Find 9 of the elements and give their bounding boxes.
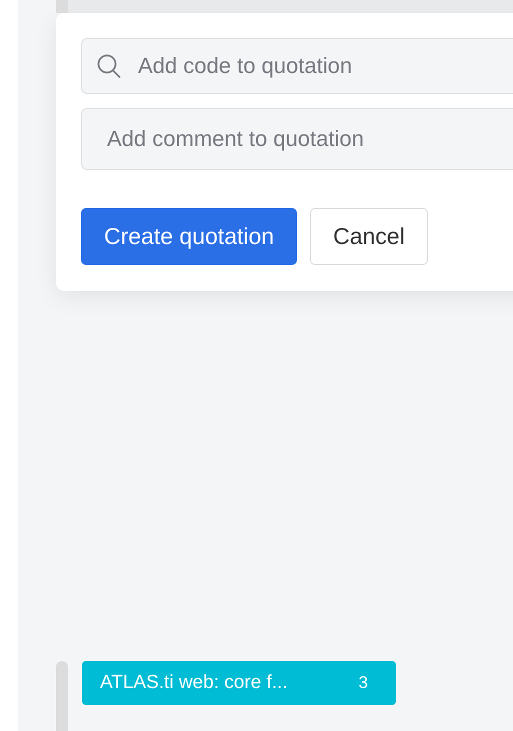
margin-bar	[56, 0, 68, 13]
quotation-count: 3	[358, 672, 368, 694]
code-search-field[interactable]: Add code to quotation	[81, 38, 513, 94]
create-quotation-button[interactable]: Create quotation	[81, 208, 298, 265]
margin-bar	[56, 661, 68, 731]
search-icon	[97, 54, 121, 79]
comment-field[interactable]: Add comment to quotation	[81, 108, 513, 170]
code-tag-label: ATLAS.ti web: core f...	[100, 670, 288, 695]
cancel-button[interactable]: Cancel	[310, 208, 428, 265]
